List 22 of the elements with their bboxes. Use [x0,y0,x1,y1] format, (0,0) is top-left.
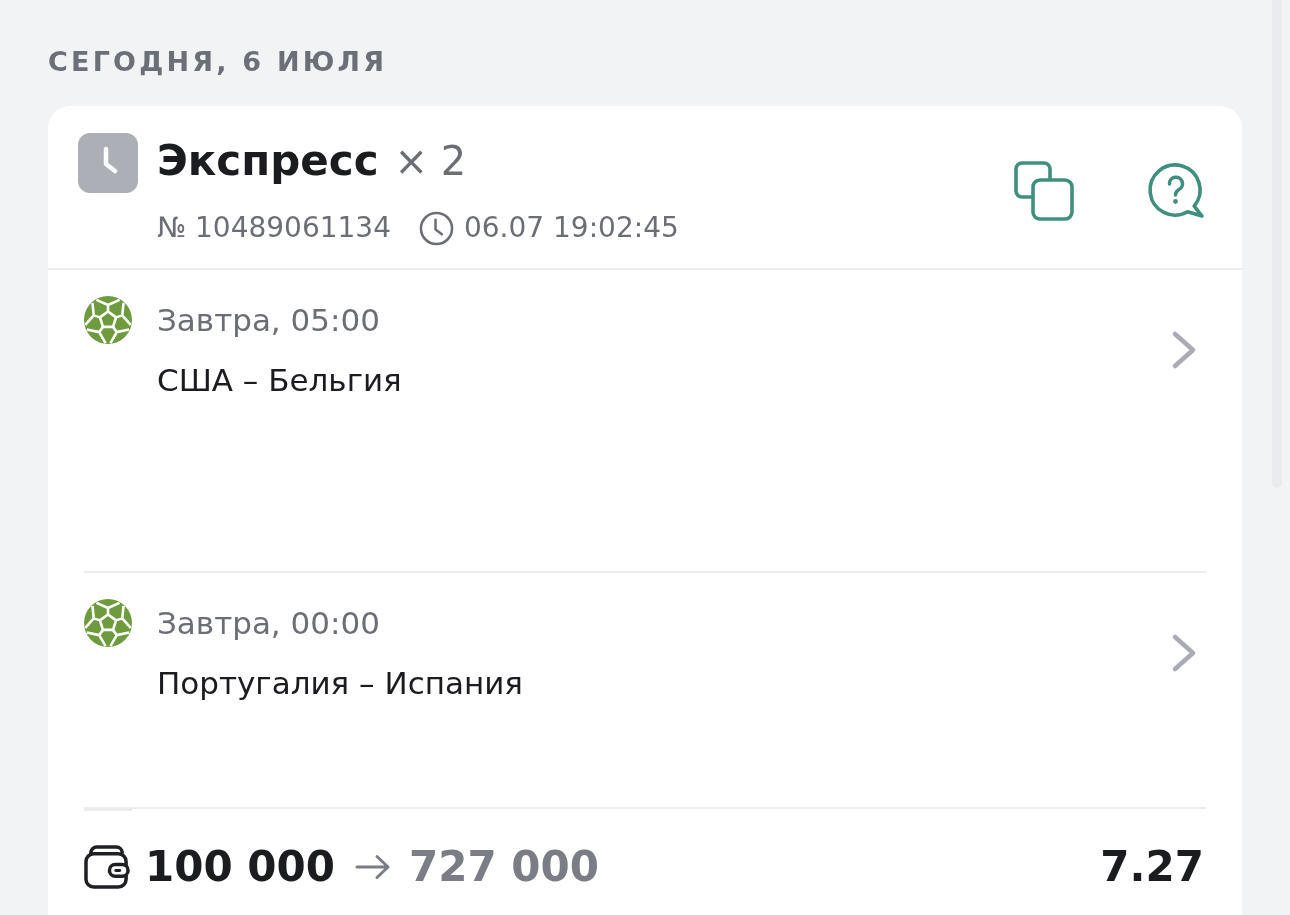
event-teams[interactable]: США – Бельгия [157,356,402,404]
arrow-right-icon [354,854,391,880]
payout-amount: 727 000 [408,841,599,893]
copy-icon [1013,159,1075,222]
soccer-ball-icon [84,599,132,647]
event-time: Завтра, 05:00 [157,301,380,340]
event-time: Завтра, 00:00 [157,604,380,643]
chevron-right-icon[interactable] [1171,330,1197,370]
clock-icon [419,210,454,246]
soccer-ball-icon [84,296,132,344]
date-heading: СЕГОДНЯ, 6 ИЮЛЯ [48,45,388,79]
bet-datetime: 06.07 19:02:45 [464,210,679,246]
odds-value: 7.27 [1100,841,1204,893]
clock-icon [78,133,138,193]
wallet-icon [84,844,131,890]
copy-button[interactable] [1013,159,1075,222]
bet-title: Экспресс [157,135,379,187]
chevron-right-icon[interactable] [1171,633,1197,673]
bet-multiplier: × 2 [394,137,467,186]
bet-number: № 10489061134 [157,210,391,246]
stake-amount: 100 000 [145,841,335,893]
event-teams[interactable]: Португалия – Испания [157,659,524,707]
